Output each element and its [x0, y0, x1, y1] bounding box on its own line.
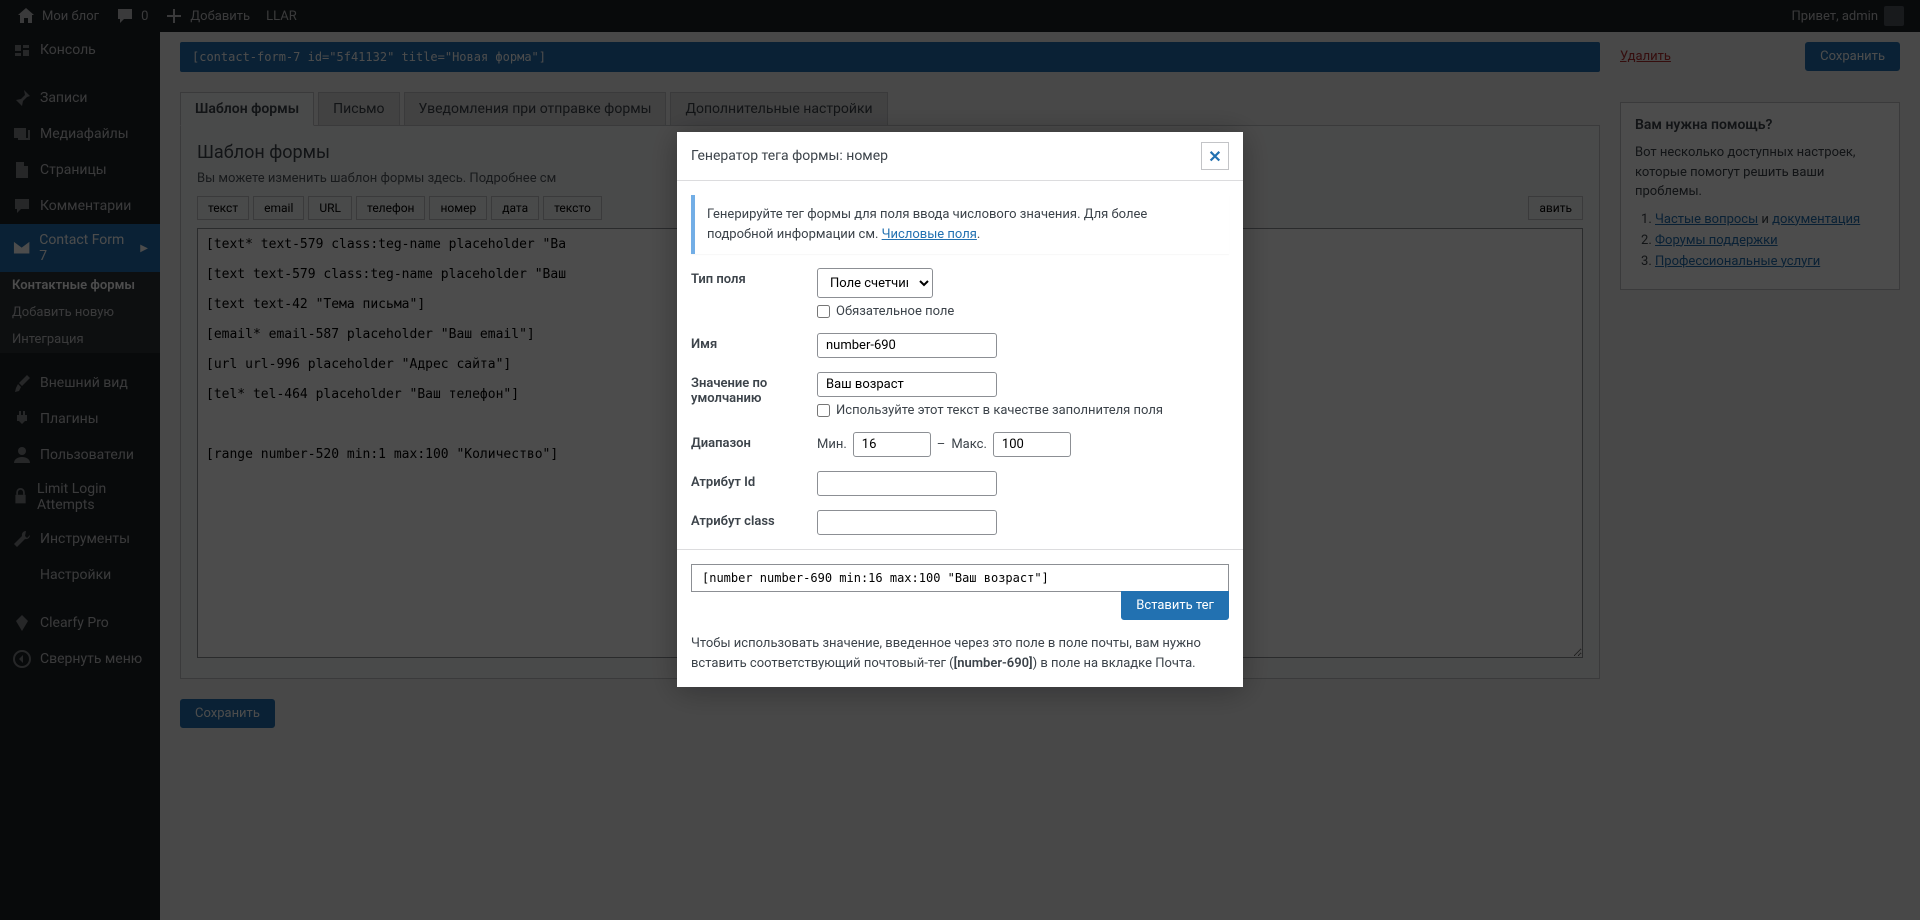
- close-icon: ✕: [1208, 147, 1221, 166]
- name-input[interactable]: [817, 333, 997, 358]
- class-attr-input[interactable]: [817, 510, 997, 535]
- min-input[interactable]: [853, 432, 931, 457]
- label-id-attr: Атрибут Id: [691, 471, 817, 490]
- insert-tag-button[interactable]: Вставить тег: [1121, 591, 1229, 620]
- min-label: Мин.: [817, 437, 847, 452]
- label-field-type: Тип поля: [691, 268, 817, 287]
- required-label: Обязательное поле: [836, 304, 954, 319]
- field-type-select[interactable]: Поле счетчика: [817, 268, 933, 298]
- modal-info: Генерируйте тег формы для поля ввода чис…: [691, 195, 1229, 254]
- tag-output[interactable]: [691, 564, 1229, 592]
- range-dash: –: [937, 437, 946, 452]
- modal-info-link[interactable]: Числовые поля: [882, 227, 977, 242]
- required-checkbox[interactable]: [817, 305, 830, 318]
- modal-close-button[interactable]: ✕: [1201, 142, 1229, 170]
- id-attr-input[interactable]: [817, 471, 997, 496]
- max-label: Макс.: [951, 437, 987, 452]
- label-name: Имя: [691, 333, 817, 352]
- label-default: Значение по умолчанию: [691, 372, 817, 406]
- placeholder-checkbox[interactable]: [817, 404, 830, 417]
- placeholder-label: Используйте этот текст в качестве заполн…: [836, 403, 1163, 418]
- modal-title: Генератор тега формы: номер: [691, 148, 888, 164]
- default-input[interactable]: [817, 372, 997, 397]
- tag-generator-modal: Генератор тега формы: номер ✕ Генерируйт…: [677, 132, 1243, 687]
- modal-footer-note: Чтобы использовать значение, введенное ч…: [691, 634, 1229, 673]
- label-class-attr: Атрибут class: [691, 510, 817, 529]
- label-range: Диапазон: [691, 432, 817, 451]
- max-input[interactable]: [993, 432, 1071, 457]
